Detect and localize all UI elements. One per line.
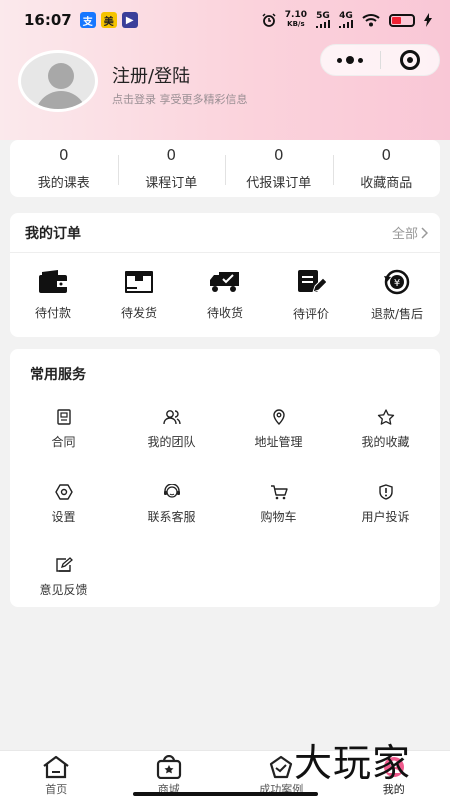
miniprogram-capsule (320, 44, 440, 76)
charging-icon (424, 13, 432, 27)
stat-count: 0 (273, 146, 284, 164)
service-label: 地址管理 (254, 435, 303, 449)
order-pending-review[interactable]: 待评价 (268, 253, 354, 337)
service-customer-support[interactable]: 联系客服 (118, 484, 225, 525)
stat-favorite-goods[interactable]: 0 收藏商品 (332, 140, 441, 197)
stat-count: 0 (166, 146, 177, 164)
review-edit-icon (298, 269, 326, 293)
location-pin-icon (272, 409, 285, 425)
chevron-right-icon (421, 226, 428, 239)
my-orders-card: 我的订单 全部 待付款 待发货 待收货 待评价 ¥ 退款/售后 (10, 213, 440, 337)
delivery-truck-icon (210, 271, 239, 292)
order-pending-payment[interactable]: 待付款 (10, 253, 96, 337)
login-subtitle: 点击登录 享受更多精彩信息 (112, 93, 248, 106)
service-label: 合同 (51, 435, 76, 449)
net-speed: 7.10 KB/s (284, 10, 307, 29)
service-complaint[interactable]: 用户投诉 (332, 484, 439, 525)
wifi-icon (362, 14, 380, 27)
stat-label: 我的课表 (37, 176, 90, 191)
alarm-icon (262, 13, 276, 27)
stat-proxy-orders[interactable]: 0 代报课订单 (225, 140, 333, 197)
stat-label: 收藏商品 (360, 176, 413, 191)
order-pending-receipt[interactable]: 待收货 (182, 253, 268, 337)
service-label: 联系客服 (147, 510, 196, 524)
services-title: 常用服务 (30, 367, 86, 383)
watermark-logo: 大玩家 (294, 741, 412, 785)
login-register-link[interactable]: 注册/登陆 (112, 62, 190, 88)
customer-service-icon (163, 484, 180, 498)
target-close-icon (399, 50, 420, 70)
more-dots-icon (337, 56, 364, 64)
service-contract[interactable]: 合同 (10, 409, 117, 450)
service-label: 意见反馈 (39, 583, 88, 597)
settings-icon (54, 484, 73, 500)
status-time: 16:07 (24, 11, 72, 29)
shop-bag-icon (156, 754, 181, 779)
alipay-icon: 支 (79, 12, 96, 28)
stats-card: 0 我的课表 0 课程订单 0 代报课订单 0 收藏商品 (10, 140, 440, 197)
stat-my-schedule[interactable]: 0 我的课表 (10, 140, 118, 197)
all-orders-link[interactable]: 全部 (392, 223, 428, 242)
close-miniprogram-button[interactable] (381, 45, 440, 75)
more-menu-button[interactable] (321, 45, 380, 75)
service-cart[interactable]: 购物车 (225, 484, 332, 525)
success-case-icon (270, 755, 293, 778)
wallet-icon (39, 269, 67, 293)
service-label: 购物车 (260, 510, 297, 524)
order-label: 待付款 (34, 305, 71, 320)
service-label: 我的收藏 (361, 435, 410, 449)
service-label: 用户投诉 (361, 510, 410, 524)
home-icon (43, 755, 69, 778)
signal-5g: 5G (316, 12, 330, 28)
service-label: 设置 (51, 510, 76, 524)
order-pending-shipment[interactable]: 待发货 (96, 253, 182, 337)
stat-count: 0 (381, 146, 392, 164)
order-label: 退款/售后 (370, 306, 424, 321)
order-label: 待评价 (292, 306, 329, 321)
contract-icon (56, 409, 71, 425)
order-label: 待收货 (206, 305, 243, 320)
service-settings[interactable]: 设置 (10, 484, 117, 525)
cart-icon (270, 485, 288, 500)
common-services-card: 常用服务 合同 我的团队 地址管理 我的收藏 设置 联系客服 购物车 用户投诉 … (10, 349, 440, 607)
avatar[interactable] (18, 50, 98, 112)
meituan-icon: 美 (100, 12, 117, 28)
service-feedback[interactable]: 意见反馈 (10, 557, 117, 598)
package-icon (125, 270, 153, 293)
refund-icon: ¥ (384, 269, 410, 294)
stat-label: 课程订单 (145, 176, 198, 191)
svg-text:¥: ¥ (394, 278, 400, 289)
stat-course-orders[interactable]: 0 课程订单 (117, 140, 226, 197)
order-label: 待发货 (120, 305, 157, 320)
service-my-team[interactable]: 我的团队 (118, 409, 225, 450)
status-bar: 16:07 支 美 ▶ 7.10 KB/s 5G 4G (0, 0, 450, 40)
tab-label: 首页 (45, 782, 68, 796)
tab-home[interactable]: 首页 (0, 751, 113, 800)
service-favorites[interactable]: 我的收藏 (332, 409, 439, 450)
service-label: 我的团队 (147, 435, 196, 449)
signal-4g: 4G (339, 12, 353, 28)
star-icon (377, 409, 394, 425)
orders-title: 我的订单 (25, 225, 81, 242)
battery-icon (389, 13, 415, 27)
stat-count: 0 (58, 146, 69, 164)
home-indicator (133, 792, 318, 796)
stat-label: 代报课订单 (246, 176, 312, 191)
service-address[interactable]: 地址管理 (225, 409, 332, 450)
team-icon (162, 410, 181, 425)
order-refund-aftersale[interactable]: ¥ 退款/售后 (354, 253, 440, 337)
video-app-icon: ▶ (121, 12, 138, 28)
complaint-icon (378, 484, 393, 500)
feedback-icon (55, 557, 73, 572)
